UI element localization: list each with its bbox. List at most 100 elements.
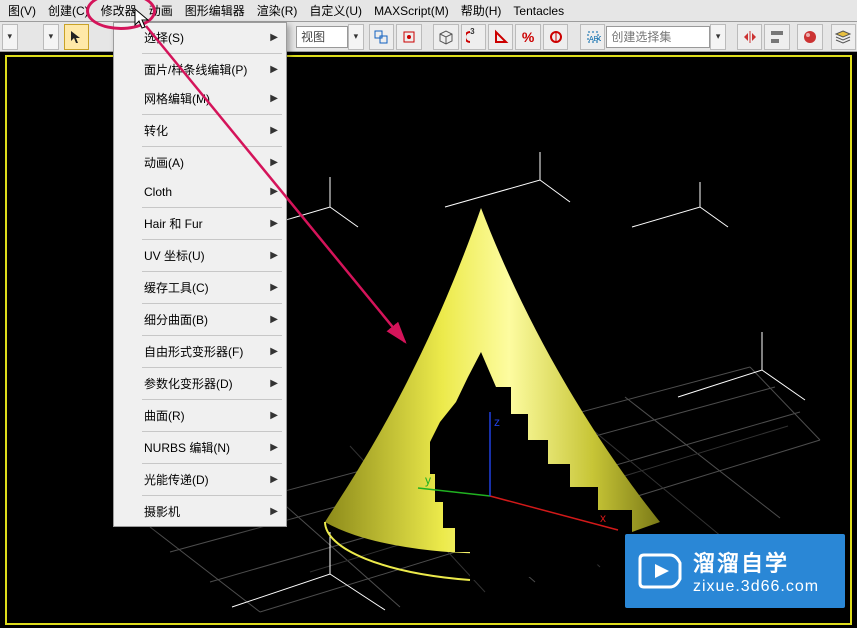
dropdown-item-label: 网格编辑(M) (144, 90, 210, 107)
dropdown-item-3[interactable]: 转化 ▶ (114, 116, 286, 145)
filter-button[interactable] (396, 24, 421, 50)
watermark: 溜溜自学 zixue.3d66.com (625, 534, 845, 608)
angle-snap-button[interactable] (488, 24, 513, 50)
select-arrow-button[interactable] (64, 24, 89, 50)
watermark-title: 溜溜自学 (693, 546, 819, 578)
dropdown-item-14[interactable]: 光能传递(D) ▶ (114, 465, 286, 494)
dropdown-item-label: 细分曲面(B) (144, 311, 208, 328)
submenu-arrow-icon: ▶ (270, 93, 278, 104)
submenu-arrow-icon: ▶ (270, 346, 278, 357)
dropdown-separator (142, 114, 282, 115)
menu-maxscript[interactable]: MAXScript(M) (368, 2, 455, 20)
percent-snap-button[interactable]: % (515, 24, 540, 50)
submenu-arrow-icon: ▶ (270, 218, 278, 229)
dropdown-item-label: NURBS 编辑(N) (144, 439, 230, 456)
dropdown-item-label: 面片/样条线编辑(P) (144, 61, 247, 78)
box-button[interactable] (433, 24, 458, 50)
selset-input[interactable] (606, 26, 710, 48)
watermark-url: zixue.3d66.com (693, 578, 819, 596)
dropdown-item-label: 光能传递(D) (144, 471, 209, 488)
view-dd[interactable]: ▾ (348, 24, 364, 50)
dropdown-item-label: 转化 (144, 122, 168, 139)
modifiers-dropdown: 选择(S)▶面片/样条线编辑(P)▶网格编辑(M)▶转化▶动画(A)▶Cloth… (113, 22, 287, 527)
submenu-arrow-icon: ▶ (270, 282, 278, 293)
dropdown-separator (142, 271, 282, 272)
dropdown-item-6[interactable]: Hair 和 Fur ▶ (114, 209, 286, 238)
view-input[interactable] (296, 26, 348, 48)
dropdown-item-label: 动画(A) (144, 154, 184, 171)
dropdown-separator (142, 335, 282, 336)
dropdown-item-7[interactable]: UV 坐标(U) ▶ (114, 241, 286, 270)
dropdown-item-label: UV 坐标(U) (144, 247, 205, 264)
dropdown-separator (142, 399, 282, 400)
dropdown-item-11[interactable]: 参数化变形器(D) ▶ (114, 369, 286, 398)
submenu-arrow-icon: ▶ (270, 506, 278, 517)
toolbar-dd-left2[interactable]: ▾ (43, 24, 59, 50)
layer-button[interactable] (831, 24, 856, 50)
align-button[interactable] (764, 24, 789, 50)
dropdown-item-label: 摄影机 (144, 503, 180, 520)
dropdown-item-8[interactable]: 缓存工具(C) ▶ (114, 273, 286, 302)
dropdown-separator (142, 53, 282, 54)
submenu-arrow-icon: ▶ (270, 250, 278, 261)
menubar: 图(V) 创建(C) 修改器 动画 图形编辑器 渲染(R) 自定义(U) MAX… (0, 0, 857, 22)
dropdown-item-15[interactable]: 摄影机 ▶ (114, 497, 286, 526)
submenu-arrow-icon: ▶ (270, 378, 278, 389)
menu-modifiers[interactable]: 修改器 (95, 0, 143, 21)
menu-create[interactable]: 创建(C) (42, 0, 95, 21)
dropdown-item-4[interactable]: 动画(A) ▶ (114, 148, 286, 177)
menu-grapheditors[interactable]: 图形编辑器 (179, 0, 251, 21)
axis-x-label: x (600, 511, 606, 525)
toolbar-dd-left1[interactable]: ▾ (2, 24, 18, 50)
spinner-snap-button[interactable] (543, 24, 568, 50)
axis-z-label: z (494, 415, 500, 429)
dropdown-item-5[interactable]: Cloth ▶ (114, 177, 286, 206)
mirror-button[interactable] (737, 24, 762, 50)
dropdown-separator (142, 239, 282, 240)
material-editor-button[interactable] (797, 24, 822, 50)
snap-toggle-button[interactable]: 3 (461, 24, 486, 50)
dropdown-item-1[interactable]: 面片/样条线编辑(P) ▶ (114, 55, 286, 84)
menu-help[interactable]: 帮助(H) (455, 0, 508, 21)
dropdown-separator (142, 367, 282, 368)
submenu-arrow-icon: ▶ (270, 157, 278, 168)
dropdown-item-2[interactable]: 网格编辑(M) ▶ (114, 84, 286, 113)
dropdown-item-label: 曲面(R) (144, 407, 185, 424)
selset-dd[interactable]: ▾ (710, 24, 726, 50)
menu-rendering[interactable]: 渲染(R) (251, 0, 304, 21)
submenu-arrow-icon: ▶ (270, 314, 278, 325)
dropdown-item-label: Cloth (144, 185, 172, 199)
submenu-arrow-icon: ▶ (270, 125, 278, 136)
submenu-arrow-icon: ▶ (270, 410, 278, 421)
dropdown-item-label: Hair 和 Fur (144, 215, 203, 232)
dropdown-item-label: 自由形式变形器(F) (144, 343, 243, 360)
dropdown-separator (142, 146, 282, 147)
submenu-arrow-icon: ▶ (270, 64, 278, 75)
dropdown-separator (142, 303, 282, 304)
dropdown-item-13[interactable]: NURBS 编辑(N) ▶ (114, 433, 286, 462)
dropdown-separator (142, 207, 282, 208)
named-sel-button[interactable]: ABC (580, 24, 605, 50)
menu-animation[interactable]: 动画 (143, 0, 179, 21)
dropdown-separator (142, 463, 282, 464)
submenu-arrow-icon: ▶ (270, 32, 278, 43)
dropdown-item-10[interactable]: 自由形式变形器(F) ▶ (114, 337, 286, 366)
svg-text:ABC: ABC (589, 36, 601, 43)
dropdown-item-9[interactable]: 细分曲面(B) ▶ (114, 305, 286, 334)
axis-y-label: y (425, 473, 431, 487)
menu-customize[interactable]: 自定义(U) (303, 0, 368, 21)
dropdown-item-12[interactable]: 曲面(R) ▶ (114, 401, 286, 430)
dropdown-item-label: 选择(S) (144, 29, 184, 46)
submenu-arrow-icon: ▶ (270, 186, 278, 197)
dropdown-separator (142, 431, 282, 432)
dropdown-item-0[interactable]: 选择(S) ▶ (114, 23, 286, 52)
menu-tentacles[interactable]: Tentacles (507, 2, 570, 20)
submenu-arrow-icon: ▶ (270, 474, 278, 485)
submenu-arrow-icon: ▶ (270, 442, 278, 453)
play-icon (633, 544, 687, 598)
dropdown-item-label: 缓存工具(C) (144, 279, 209, 296)
window-crossing-button[interactable] (369, 24, 394, 50)
menu-view[interactable]: 图(V) (2, 0, 42, 21)
dropdown-item-label: 参数化变形器(D) (144, 375, 233, 392)
dropdown-separator (142, 495, 282, 496)
